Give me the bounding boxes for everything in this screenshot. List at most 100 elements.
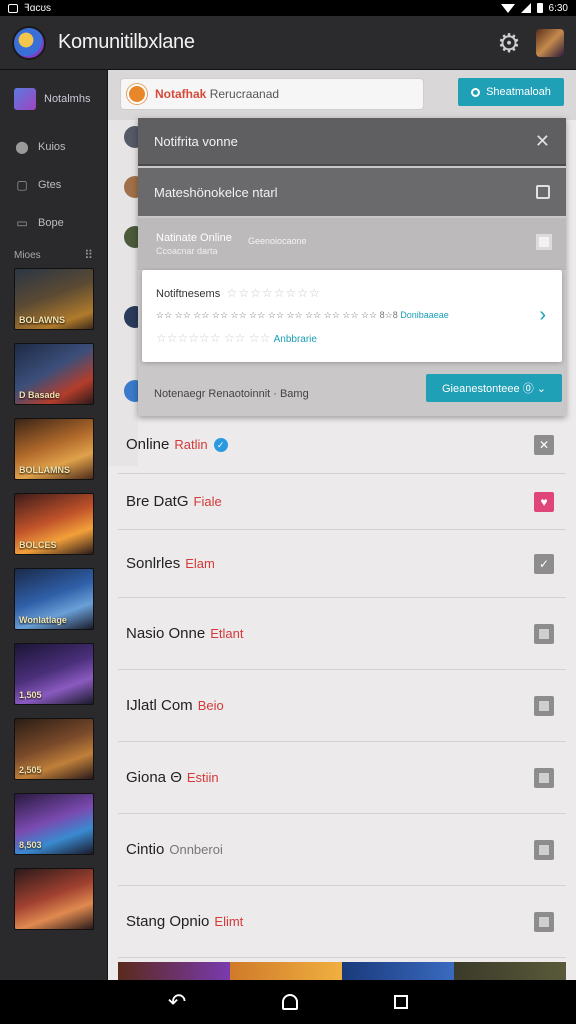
list-item[interactable]: Giona Θ Estiin — [118, 742, 566, 814]
game-thumbnail[interactable]: 8,503 — [14, 793, 94, 855]
sidebar-item-1[interactable]: ⬤ Kuios — [0, 128, 107, 166]
shield-icon: ⬤ — [15, 140, 29, 154]
list-item[interactable]: Stang Opnio Elimt — [118, 886, 566, 958]
app-title: Komunitilbxlane — [58, 31, 195, 53]
calendar-icon: ▢ — [16, 178, 28, 192]
search-text: Notafhak Rerucraanad — [155, 87, 279, 101]
list-item-tag: Estiin — [186, 770, 219, 785]
rating-stars-secondary[interactable]: ☆☆☆☆☆☆ ☆☆ ☆☆ — [156, 331, 270, 345]
dropdown-item-label: Mateshönokelce ntarl — [154, 184, 278, 200]
thumbnail-label: 8,503 — [19, 840, 42, 850]
list-item[interactable]: IJlatl Com Beio — [118, 670, 566, 742]
home-button-icon[interactable] — [282, 994, 299, 1010]
search-prefix: Notafhak — [155, 87, 207, 101]
dropdown-item-notifications[interactable]: Notifrita vonne ✕ — [138, 118, 566, 166]
sidebar-item-label: Kuios — [38, 141, 66, 153]
list-item[interactable]: Sonlrles Elam ✓ — [118, 530, 566, 598]
game-thumbnail[interactable]: Wonlatlage — [14, 568, 94, 630]
thumbnail-label: 2,505 — [19, 765, 42, 775]
circle-icon — [471, 87, 481, 97]
rating-card[interactable]: Notiftnesems ☆☆☆☆☆☆☆☆ ☆☆ ☆☆ ☆☆ ☆☆ ☆☆ ☆☆ … — [142, 270, 562, 362]
close-icon[interactable]: ✕ — [534, 434, 554, 455]
list-item-tag: Etlant — [210, 626, 244, 641]
screen: ꟻɑcʊs 6:30 Komunitilbxlane ⚙ Notalmhs ⬤ … — [0, 0, 576, 1024]
friends-list: Online Ratlin ✓ ✕ Bre DatG Fiale ♥ Sonlr… — [118, 416, 566, 958]
list-item-name: Nasio Onne — [126, 625, 206, 642]
navigation-bar: ↶ — [0, 980, 576, 1024]
dropdown-action-button[interactable]: Gieanestonteee ⓪ ⌄ — [426, 374, 562, 402]
bottom-banner-strip — [118, 962, 566, 980]
notification-dropdown: Notifrita vonne ✕ Mateshönokelce ntarl N… — [138, 118, 566, 416]
thumbnail-label: BOLAWNS — [19, 315, 65, 325]
sidebar-section-label: Mioes — [14, 249, 41, 261]
list-item-tag: Ratlin — [174, 437, 208, 452]
rating-line: ☆☆ ☆☆ ☆☆ ☆☆ ☆☆ ☆☆ ☆☆ ☆☆ ☆☆ ☆☆ ☆☆ ☆☆ 8☆8 — [156, 310, 398, 320]
game-thumbnail[interactable]: 1,505 — [14, 643, 94, 705]
recent-apps-icon[interactable] — [394, 995, 409, 1009]
main-content: Notafhak Rerucraanad Sheatmaloah Notifri… — [108, 70, 576, 980]
dropdown-item-online[interactable]: Natinate Online Ccoacnar darta Geenoioca… — [138, 218, 566, 270]
game-thumbnail[interactable]: BOLLAMNS — [14, 418, 94, 480]
dropdown-footer-text: Notenaegr Renaotoinnit · Bamg — [154, 388, 309, 400]
banner-tile[interactable] — [342, 962, 454, 980]
game-thumbnail[interactable]: BOLCES — [14, 493, 94, 555]
game-thumbnail[interactable]: 2,505 — [14, 718, 94, 780]
checkbox-icon[interactable] — [534, 911, 554, 932]
app-logo[interactable] — [12, 25, 46, 60]
search-input[interactable]: Notafhak Rerucraanad — [120, 78, 424, 110]
dropdown-item-messages[interactable]: Mateshönokelce ntarl — [138, 168, 566, 216]
list-item[interactable]: Online Ratlin ✓ ✕ — [118, 416, 566, 474]
rating-title: Notiftnesems — [156, 288, 221, 300]
game-thumbnail[interactable]: BOLAWNS — [14, 268, 94, 330]
sidebar-section-header: Mioes ⠿ — [0, 242, 107, 268]
top-action-button[interactable]: Sheatmaloah — [458, 78, 564, 106]
more-icon[interactable]: ⠿ — [84, 248, 93, 262]
gear-icon[interactable]: ⚙ — [496, 30, 522, 56]
list-item[interactable]: Bre DatG Fiale ♥ — [118, 474, 566, 530]
game-thumbnail[interactable] — [14, 868, 94, 930]
list-item-tag: Fiale — [193, 494, 222, 509]
dropdown-item-side: Geenoiocaone — [248, 236, 307, 246]
rating-link[interactable]: Donibaaeae — [400, 310, 449, 320]
sidebar-item-0[interactable]: Notalmhs — [0, 70, 107, 128]
avatar[interactable] — [536, 28, 564, 57]
sidebar-item-label: Notalmhs — [44, 93, 91, 105]
checkbox[interactable] — [536, 234, 552, 250]
list-item[interactable]: Cintio Onnberoi — [118, 814, 566, 886]
verified-icon: ✓ — [213, 437, 228, 452]
banner-tile[interactable] — [230, 962, 342, 980]
home-icon — [14, 88, 36, 110]
checkbox-icon[interactable] — [534, 767, 554, 788]
battery-icon — [536, 3, 543, 13]
thumbnail-label: BOLCES — [19, 540, 57, 550]
dropdown-action-label: Gieanestonteee ⓪ ⌄ — [441, 383, 546, 395]
chevron-right-icon[interactable]: › — [539, 304, 546, 327]
external-link-icon[interactable] — [536, 185, 550, 199]
sidebar-item-2[interactable]: ▢ Gtes — [0, 166, 107, 204]
close-icon[interactable]: ✕ — [535, 131, 550, 152]
heart-icon[interactable]: ♥ — [534, 491, 554, 512]
banner-tile[interactable] — [454, 962, 566, 980]
chat-icon: ▭ — [16, 216, 28, 230]
dropdown-footer: Notenaegr Renaotoinnit · Bamg Gieaneston… — [138, 372, 566, 416]
list-item[interactable]: Nasio Onne Etlant — [118, 598, 566, 670]
back-icon[interactable]: ↶ — [168, 989, 186, 1015]
list-item-tag: Beio — [197, 698, 224, 713]
list-item-name: Cintio — [126, 841, 165, 858]
checkbox-icon[interactable] — [534, 695, 554, 716]
star-rating[interactable]: ☆☆☆☆☆☆☆☆ — [227, 286, 321, 300]
status-app-label: ꟻɑcʊs — [24, 2, 51, 14]
dropdown-item-label: Notifrita vonne — [154, 133, 238, 149]
rating-link-secondary[interactable]: Anbbrarie — [274, 334, 317, 345]
checkbox-icon[interactable]: ✓ — [534, 553, 554, 574]
game-thumbnail[interactable]: D Basade — [14, 343, 94, 405]
dropdown-item-subtitle: Ccoacnar darta — [156, 246, 218, 256]
notification-icon — [8, 3, 18, 13]
thumbnail-label: Wonlatlage — [19, 615, 67, 625]
thumbnail-label: 1,505 — [19, 690, 42, 700]
checkbox-icon[interactable] — [534, 623, 554, 644]
checkbox-icon[interactable] — [534, 839, 554, 860]
banner-tile[interactable] — [118, 962, 230, 980]
sidebar-item-label: Gtes — [38, 179, 62, 191]
sidebar-item-3[interactable]: ▭ Bope — [0, 204, 107, 242]
